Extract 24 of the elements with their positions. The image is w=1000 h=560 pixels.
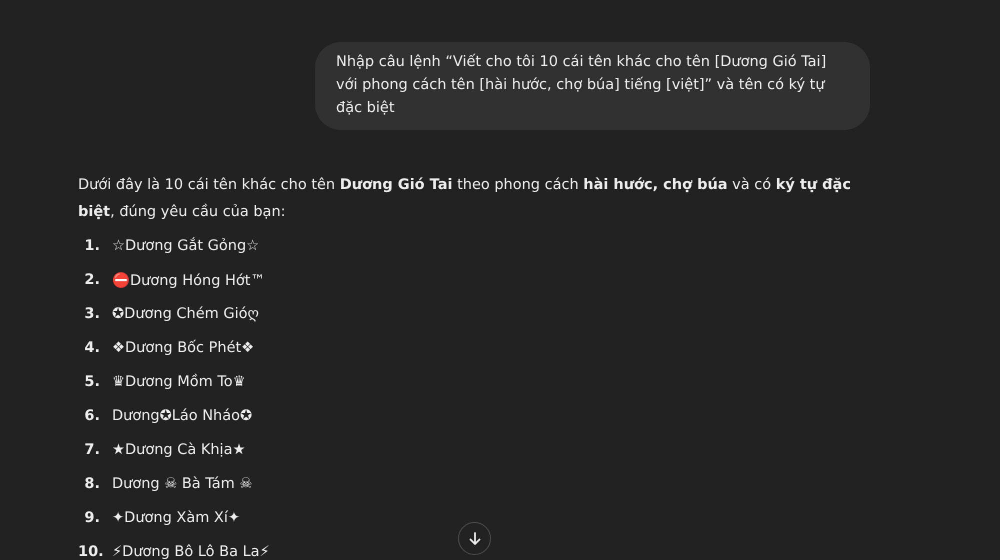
list-number: 9.: [83, 510, 100, 526]
list-number: 3.: [83, 306, 100, 322]
list-number: 8.: [83, 476, 100, 492]
list-item-text: ⛔Dương Hóng Hớt™: [112, 272, 265, 288]
list-number: 2.: [83, 272, 100, 288]
list-item-text: ☆Dương Gắt Gỏng☆: [112, 238, 260, 254]
list-number: 6.: [83, 408, 100, 424]
list-item-text: ⚡Dương Bô Lô Ba La⚡: [112, 544, 270, 560]
list-number: 1.: [83, 238, 100, 254]
scroll-down-button[interactable]: [458, 522, 491, 555]
arrow-down-icon: [466, 530, 482, 546]
list-item-text: Dương ☠ Bà Tám ☠: [112, 476, 252, 492]
list-item-text: ✪Dương Chém Gióღ: [112, 306, 259, 322]
list-item-text: ❖Dương Bốc Phét❖: [112, 340, 254, 356]
reply-paragraph: Dưới đây là 10 cái tên khác cho tên Dương Gió Tai theo phong cách hài hước, chợ búa và có ký tự đặc biệt, đúng yêu cầu của bạn:: [78, 176, 852, 222]
list-item-text: ★Dương Cà Khịa★: [112, 442, 246, 458]
list-number: 5.: [83, 374, 100, 390]
list-item-text: ✦Dương Xàm Xí✦: [112, 510, 240, 526]
list-item-text: ♛Dương Mồm To♛: [112, 374, 246, 390]
list-number: 10.: [78, 544, 100, 560]
list-number: 4.: [83, 340, 100, 356]
list-number: 7.: [83, 442, 100, 458]
user-message: Nhập câu lệnh “Viết cho tôi 10 cái tên khác cho tên [Dương Gió Tai] với phong cách tên [hài hước, chợ búa] tiếng [việt]” và tên có ký tự đặc biệt: [315, 42, 870, 130]
list-item-text: Dương✪Láo Nháo✪: [112, 408, 252, 424]
